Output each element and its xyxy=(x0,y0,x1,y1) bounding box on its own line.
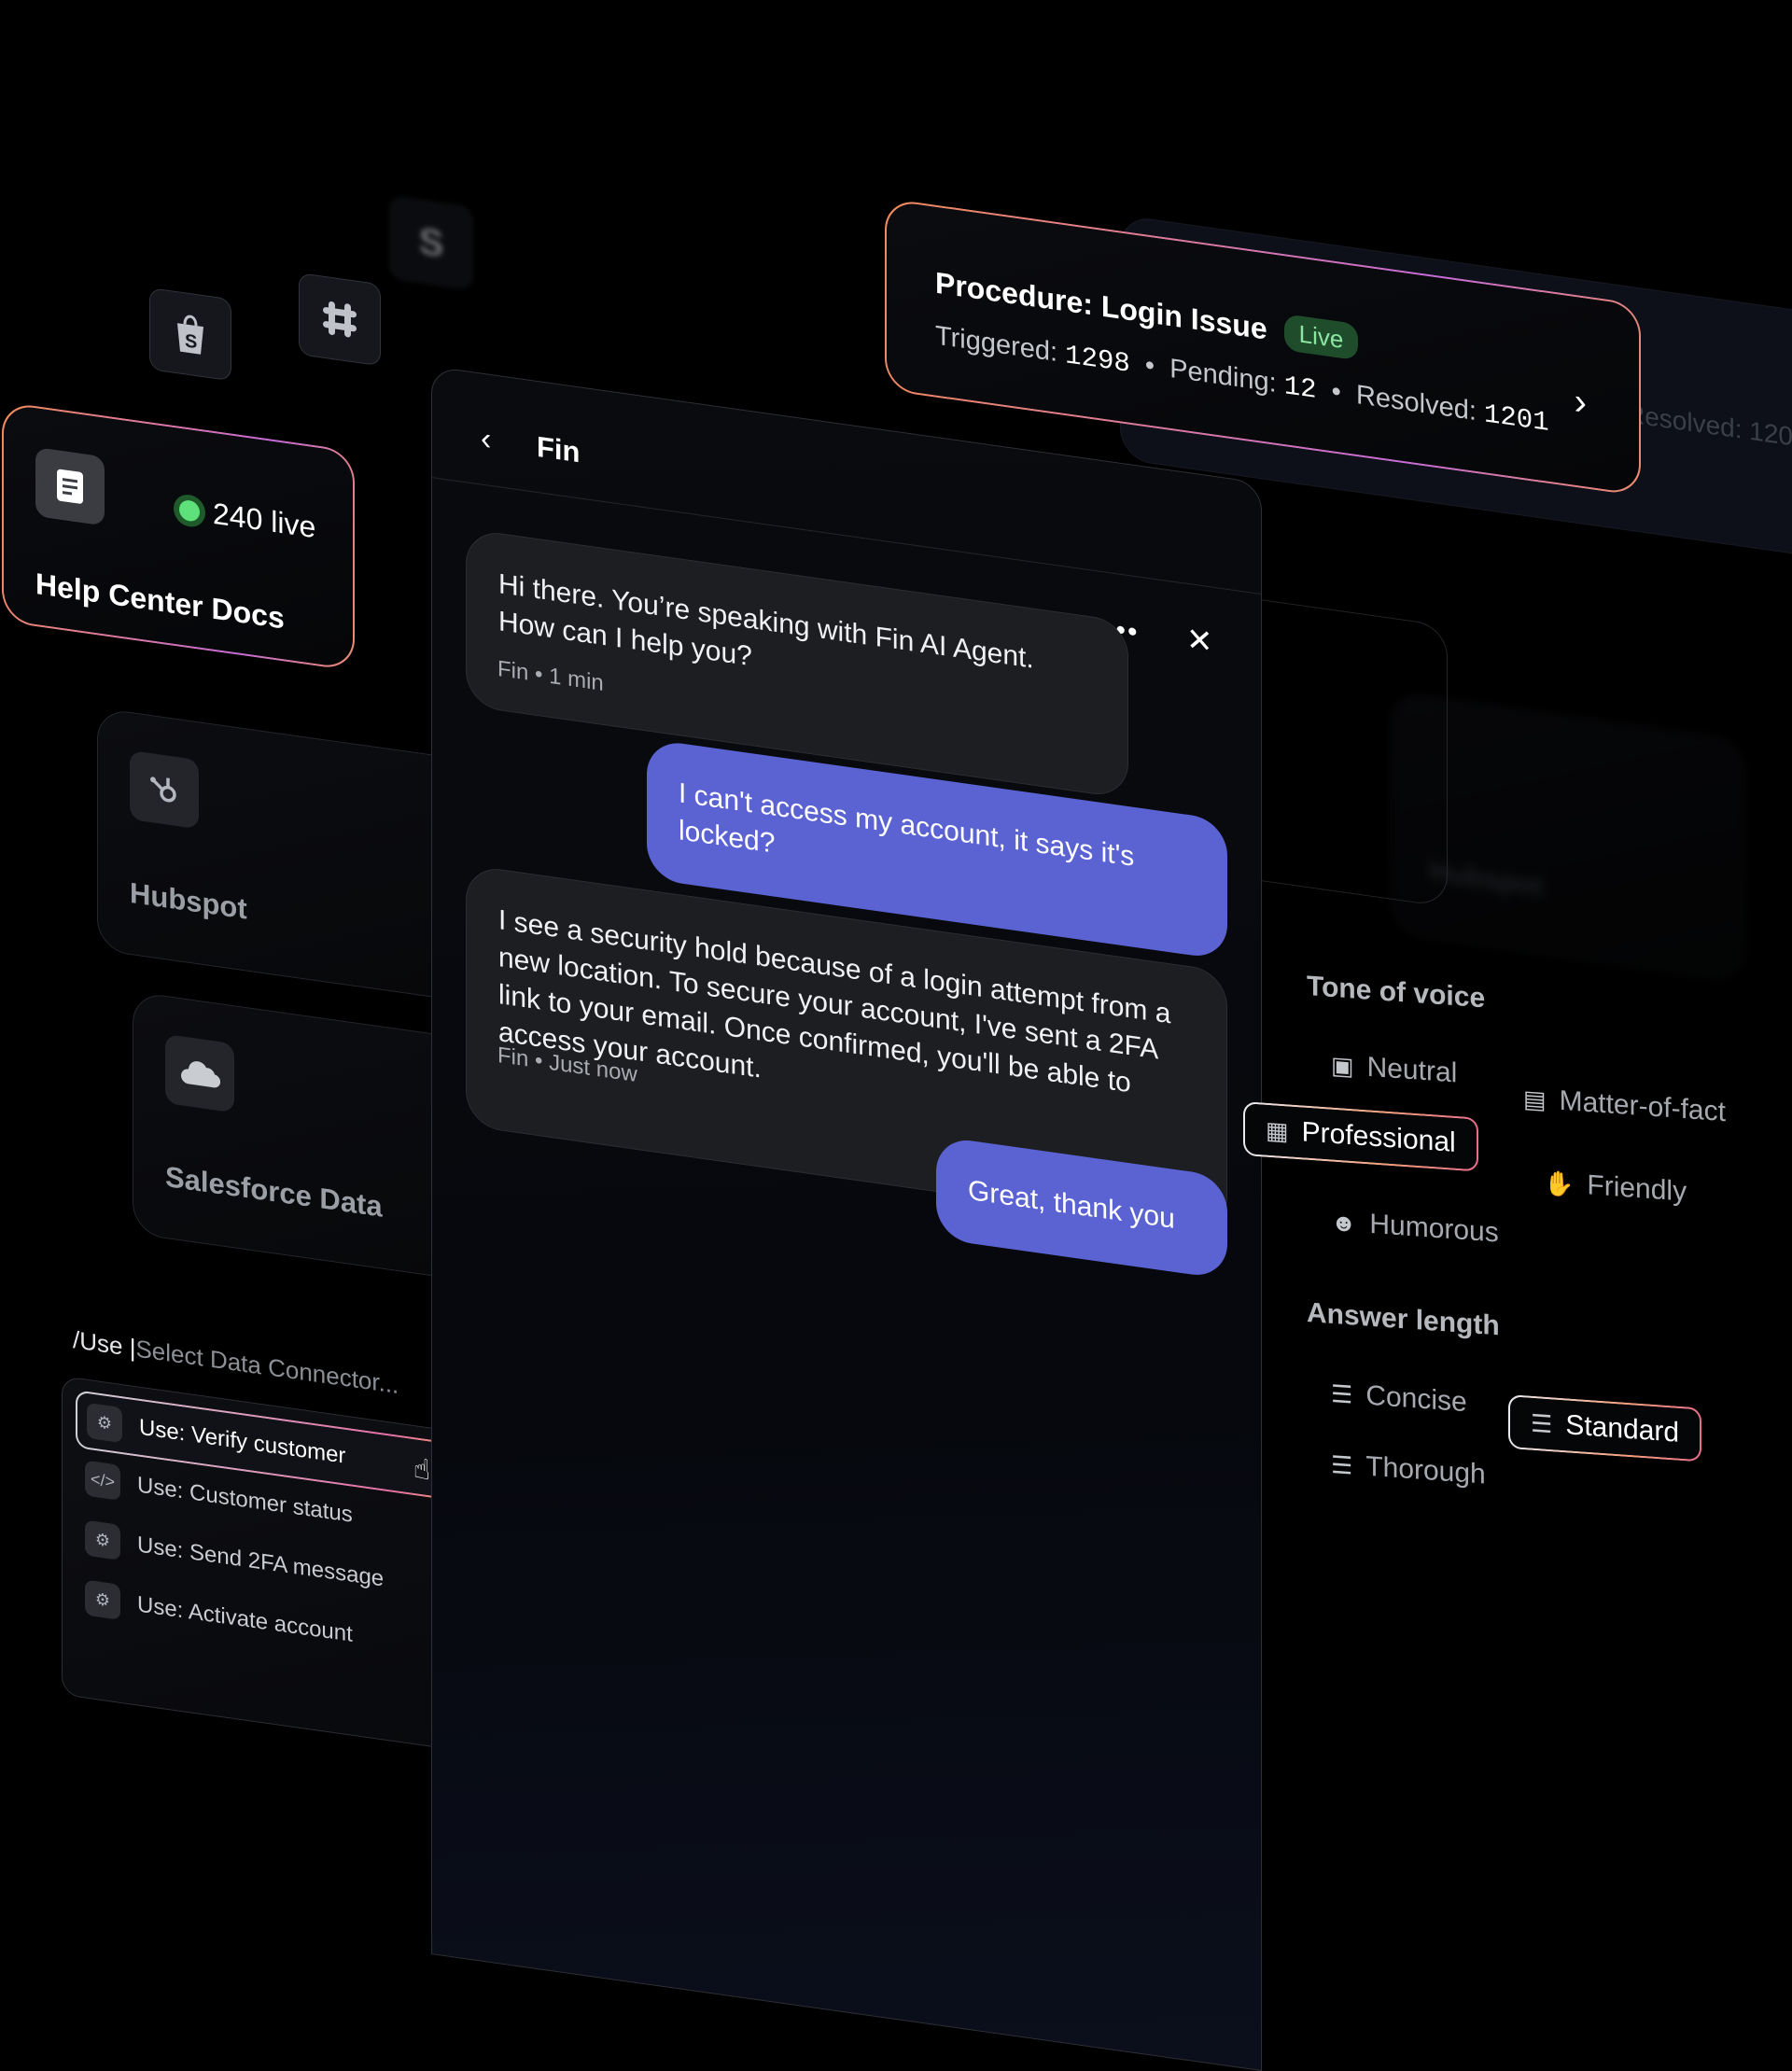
ghost-resolved-text: Resolved: 120 xyxy=(1625,399,1792,452)
live-count: 240 live xyxy=(213,496,316,545)
status-badge: Live xyxy=(1283,314,1359,361)
pending-label: Pending: xyxy=(1169,353,1277,399)
pending-value: 12 xyxy=(1283,371,1317,407)
triggered-label: Triggered: xyxy=(935,320,1058,369)
hubspot-icon xyxy=(130,749,199,830)
length-title: Answer length xyxy=(1307,1297,1500,1342)
shopify-bag-icon: S xyxy=(177,315,203,355)
long-lines-icon: ☰ xyxy=(1331,1449,1353,1480)
ghost-mid-panel xyxy=(1260,599,1448,908)
chat-title: Fin xyxy=(537,429,581,469)
code-icon: </> xyxy=(85,1460,120,1501)
help-center-card[interactable]: 240 live Help Center Docs xyxy=(2,401,355,672)
smiley-icon: ☻ xyxy=(1331,1207,1357,1238)
option-label: Thorough xyxy=(1365,1450,1486,1490)
command-item-label: Use: Verify customer xyxy=(139,1414,346,1469)
short-lines-icon: ☰ xyxy=(1331,1378,1353,1409)
tone-option-humorous[interactable]: ☻ Humorous xyxy=(1331,1206,1499,1250)
option-label: Neutral xyxy=(1366,1051,1458,1089)
command-item-label: Use: Activate account xyxy=(137,1591,353,1647)
slack-hash-icon xyxy=(323,301,357,338)
message-text: I can't access my account, it says it's … xyxy=(679,777,1135,873)
tone-option-neutral[interactable]: ▣ Neutral xyxy=(1331,1049,1457,1089)
stripe-icon: S xyxy=(390,196,472,290)
tone-option-matter-of-fact[interactable]: ▤ Matter-of-fact xyxy=(1523,1083,1726,1128)
length-option-concise[interactable]: ☰ Concise xyxy=(1331,1378,1467,1419)
resolved-value: 1201 xyxy=(1483,399,1549,440)
tone-title: Tone of voice xyxy=(1307,971,1486,1015)
resolved-label: Resolved: xyxy=(1355,379,1477,427)
length-option-standard[interactable]: ☰ Standard xyxy=(1508,1394,1702,1462)
stripe-glyph: S xyxy=(418,219,444,265)
medium-lines-icon: ☰ xyxy=(1531,1408,1553,1438)
close-icon[interactable]: ✕ xyxy=(1186,621,1213,662)
live-status: 240 live xyxy=(179,492,315,546)
command-placeholder: Select Data Connector... xyxy=(135,1334,399,1400)
salesforce-cloud-icon xyxy=(165,1033,234,1113)
slack-icon[interactable] xyxy=(299,273,381,367)
wave-hand-icon: ✋ xyxy=(1544,1168,1575,1198)
svg-text:S: S xyxy=(185,330,197,353)
tone-option-professional[interactable]: ▦ Professional xyxy=(1243,1101,1478,1172)
option-label: Humorous xyxy=(1369,1208,1499,1249)
back-arrow-icon[interactable]: ‹ xyxy=(481,420,491,458)
document-icon xyxy=(35,447,105,526)
option-label: Concise xyxy=(1365,1379,1467,1419)
document-icon: ▤ xyxy=(1523,1084,1547,1114)
option-label: Standard xyxy=(1565,1409,1680,1448)
webhook-icon: ⚙ xyxy=(85,1579,120,1620)
live-dot-icon xyxy=(179,498,200,523)
command-prefix: /Use xyxy=(73,1325,130,1362)
help-center-title: Help Center Docs xyxy=(35,567,285,636)
bot-message: Hi there. You’re speaking with Fin AI Ag… xyxy=(466,528,1128,799)
shopify-icon[interactable]: S xyxy=(149,287,231,382)
message-text: Great, thank you xyxy=(968,1174,1175,1235)
length-option-thorough[interactable]: ☰ Thorough xyxy=(1331,1448,1486,1491)
neutral-icon: ▣ xyxy=(1331,1050,1354,1081)
webhook-icon: ⚙ xyxy=(85,1519,120,1560)
briefcase-icon: ▦ xyxy=(1266,1115,1289,1145)
hand-cursor-icon: ☝ xyxy=(413,1452,430,1487)
hubspot-card[interactable]: Hubspot xyxy=(97,707,489,1006)
webhook-icon: ⚙ xyxy=(87,1402,122,1444)
chat-panel: ‹ Fin ••• ✕ Hi there. You’re speaking wi… xyxy=(431,366,1262,2071)
message-text: Hi there. You’re speaking with Fin AI Ag… xyxy=(498,568,1034,675)
option-label: Matter-of-fact xyxy=(1559,1084,1726,1128)
triggered-value: 1298 xyxy=(1065,340,1130,380)
command-dropdown: ⚙ Use: Verify customer ☝ </> Use: Custom… xyxy=(62,1376,483,1755)
option-label: Professional xyxy=(1301,1116,1456,1158)
salesforce-label: Salesforce Data xyxy=(165,1159,383,1224)
tone-option-friendly[interactable]: ✋ Friendly xyxy=(1544,1167,1687,1209)
chevron-right-icon[interactable]: › xyxy=(1575,381,1587,425)
hubspot-label: Hubspot xyxy=(130,875,247,926)
option-label: Friendly xyxy=(1587,1169,1687,1208)
